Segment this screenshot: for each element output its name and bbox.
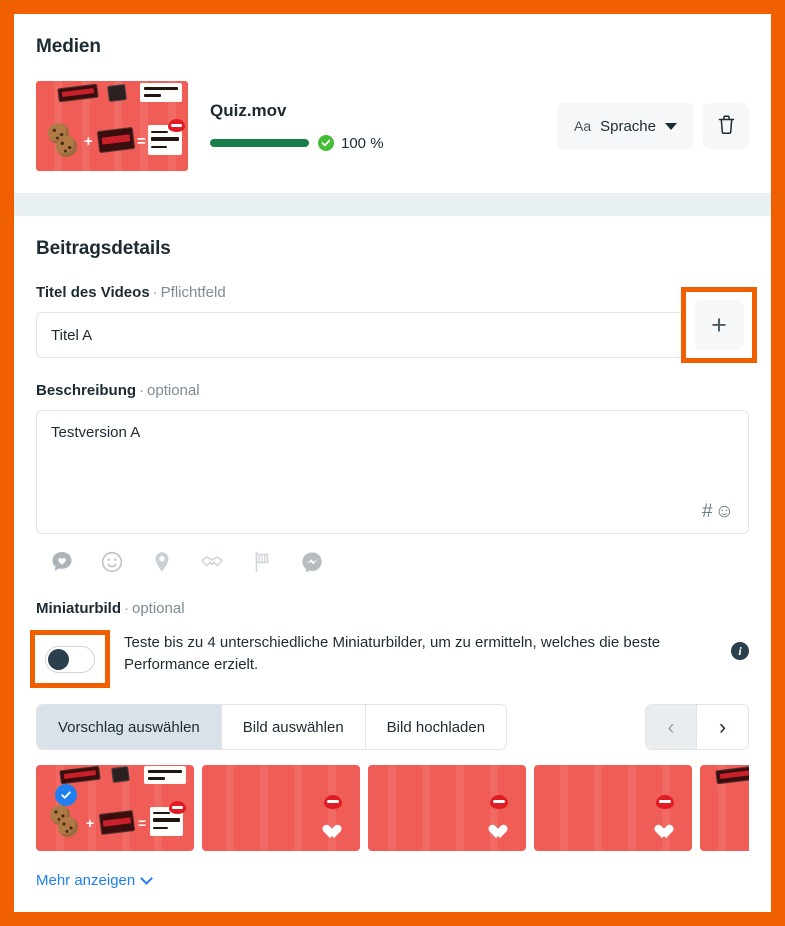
title-input[interactable]: Titel A [36,312,749,358]
thumbnail-option[interactable] [202,765,360,851]
progress-bar [210,139,309,147]
title-input-row: Titel A + [36,287,757,363]
hashtag-icon[interactable]: # [702,501,713,523]
thumbnail-artwork [700,765,749,851]
chevron-left-icon: ‹ [667,715,675,739]
heart-icon [326,825,342,840]
language-button[interactable]: Aa Sprache [557,103,694,149]
ab-test-description: Teste bis zu 4 unterschiedliche Miniatur… [124,634,661,673]
post-details-section: Beitragsdetails Titel des Videos · Pflicht… [14,216,771,889]
upload-form-page: Medien + = Quiz.mov 100 % Aa Sprache Bei… [14,14,771,912]
upload-progress: 100 % [210,135,557,152]
media-section: Medien + = Quiz.mov 100 % Aa Sprache [14,14,771,171]
description-requirement: optional [147,382,200,399]
ab-test-toggle-row: Teste bis zu 4 unterschiedliche Miniatur… [30,630,749,688]
show-more-link[interactable]: Mehr anzeigen [36,872,749,889]
chevron-right-icon: › [719,715,726,739]
thumbnail-option[interactable] [368,765,526,851]
upload-complete-icon [318,135,334,151]
thumbnail-option[interactable]: + = [36,765,194,851]
media-actions: Aa Sprache [557,103,749,149]
tab-vorschlag-auswaehlen[interactable]: Vorschlag auswählen [37,705,222,749]
thumbnail-artwork: + = [36,81,188,171]
prev-page-button[interactable]: ‹ [646,705,697,749]
media-heading: Medien [36,36,101,57]
tab-bild-auswaehlen[interactable]: Bild auswählen [221,705,366,749]
heart-icon [492,825,508,840]
tab-bild-hochladen[interactable]: Bild hochladen [365,705,507,749]
thumbnail-option[interactable] [700,765,749,851]
thumbnail-strip: + = [36,765,749,851]
flag-icon[interactable] [248,548,276,576]
aa-icon: Aa [574,118,592,134]
language-label: Sprache [600,117,656,135]
handshake-icon[interactable] [198,548,226,576]
label-separator: · [124,600,129,617]
ab-test-toggle[interactable] [45,645,95,673]
thumbnail-artwork [202,765,360,851]
description-label-text: Beschreibung [36,382,137,399]
label-separator: · [152,284,158,301]
add-title-annotation: + [681,287,757,363]
toggle-annotation [30,630,110,688]
section-divider [14,193,771,216]
toggle-knob [48,648,69,670]
heart-bubble-icon[interactable] [48,548,76,576]
thumbnail-tabs: Vorschlag auswählen Bild auswählen Bild … [36,704,508,750]
add-title-variant-button[interactable]: + [694,300,744,350]
messenger-icon[interactable] [298,548,326,576]
next-page-button[interactable]: › [697,705,748,749]
chevron-down-icon [140,872,154,885]
thumbnail-selected-icon [55,784,77,806]
show-more-label: Mehr anzeigen [36,872,136,889]
delete-media-button[interactable] [703,103,749,149]
title-label-text: Titel des Videos [36,284,150,301]
info-icon[interactable]: i [731,642,749,660]
thumbnail-option[interactable] [534,765,692,851]
thumbnail-artwork: + = [36,765,194,851]
trash-icon [717,114,736,138]
plus-icon: + [711,309,727,340]
textarea-tools: # ☺ [702,501,734,523]
video-thumbnail[interactable]: + = [36,81,188,171]
heart-icon [658,825,674,840]
title-field-label: Titel des Videos · Pflichtfeld [36,284,749,301]
media-row: + = Quiz.mov 100 % Aa Sprache [36,81,749,171]
media-meta: Quiz.mov 100 % [210,101,557,152]
description-textarea[interactable]: Testversion A # ☺ [36,410,749,534]
details-heading: Beitragsdetails [36,238,171,259]
file-name: Quiz.mov [210,100,287,120]
location-pin-icon[interactable] [148,548,176,576]
progress-percent: 100 % [341,134,384,152]
thumbnail-requirement: optional [132,600,185,617]
thumbnail-label-text: Miniaturbild [36,600,121,617]
composer-icon-row [36,548,749,576]
chevron-down-icon [665,122,677,130]
thumbnail-artwork [368,765,526,851]
emoji-icon[interactable]: ☺ [715,501,734,523]
description-field-label: Beschreibung · optional [36,382,749,399]
description-value: Testversion A [51,424,141,441]
label-separator: · [139,382,145,399]
thumbnail-field-label: Miniaturbild · optional [36,600,749,617]
title-requirement: Pflichtfeld [160,284,226,301]
thumbnail-tabs-row: Vorschlag auswählen Bild auswählen Bild … [36,704,749,750]
thumbnail-pager: ‹ › [645,704,749,750]
smiley-icon[interactable] [98,548,126,576]
thumbnail-artwork [534,765,692,851]
